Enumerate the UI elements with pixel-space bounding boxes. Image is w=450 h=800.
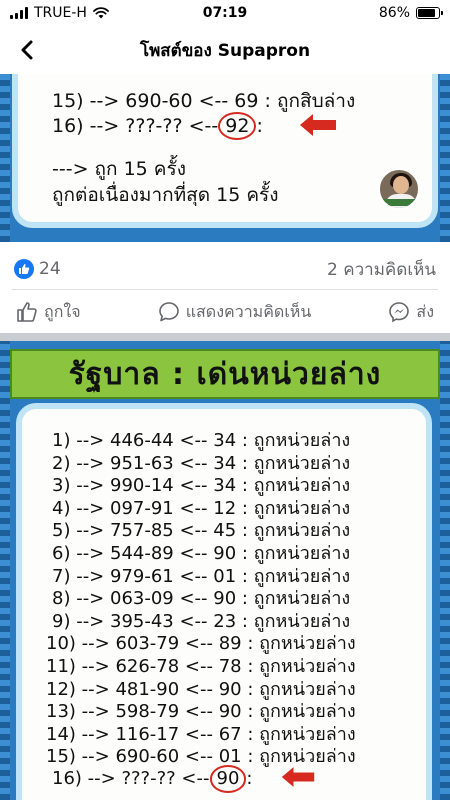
comment-count[interactable]: 2 ความคิดเห็น xyxy=(327,256,436,283)
line-suffix: : xyxy=(246,768,253,789)
chevron-left-icon[interactable] xyxy=(14,36,42,64)
image-title: รัฐบาล : เด่นหน่วยล่าง xyxy=(68,356,382,392)
carrier-name: TRUE-H xyxy=(34,5,87,21)
like-reaction-icon xyxy=(14,259,34,279)
divider xyxy=(12,289,438,290)
reaction-count: 24 xyxy=(39,259,61,279)
image-title-banner: รัฐบาล : เด่นหน่วยล่าง xyxy=(10,349,440,399)
battery-fill xyxy=(418,9,436,17)
cellular-signal-icon xyxy=(10,7,28,19)
page-title: โพสต์ของ Supapron xyxy=(139,40,311,61)
post-actions: ถูกใจ แสดงความคิดเห็น ส่ง xyxy=(0,292,450,332)
status-left: TRUE-H xyxy=(10,5,109,21)
like-button[interactable]: ถูกใจ xyxy=(16,300,81,325)
result-line-16: 16) --> ???-?? <-- 90: xyxy=(52,765,252,793)
comment-button[interactable]: แสดงความคิดเห็น xyxy=(158,300,312,325)
post-image-2[interactable]: รัฐบาล : เด่นหน่วยล่าง 1) --> 446-44 <--… xyxy=(0,341,450,800)
share-button[interactable]: ส่ง xyxy=(388,300,434,325)
thumbs-up-icon xyxy=(17,302,37,322)
avatar xyxy=(378,168,420,210)
like-label: ถูกใจ xyxy=(44,301,81,321)
red-arrow-icon xyxy=(300,114,336,136)
red-arrow-icon xyxy=(281,767,315,787)
speech-bubble-icon xyxy=(158,302,179,322)
comment-label: แสดงความคิดเห็น xyxy=(185,301,312,321)
summary-line-2: ถูกต่อเนื่องมากที่สุด 15 ครั้ง xyxy=(52,184,279,206)
frame-edge-left xyxy=(0,341,10,800)
status-bar: TRUE-H 07:19 86% xyxy=(0,0,450,26)
line-prefix: 16) --> ???-?? <-- xyxy=(52,115,219,137)
battery-percent: 86% xyxy=(378,5,410,21)
battery-icon xyxy=(416,7,443,19)
post-image-1[interactable]: 15) --> 690-60 <-- 69 : ถูกสิบล่าง 16) -… xyxy=(0,74,450,242)
line-prefix: 16) --> ???-?? <-- xyxy=(52,768,210,789)
status-right: 86% xyxy=(378,5,443,21)
circled-number: 92 xyxy=(218,112,257,140)
wifi-icon xyxy=(93,7,109,19)
nav-bar: โพสต์ของ Supapron xyxy=(0,26,450,74)
frame-edge-left xyxy=(0,74,10,242)
frame-edge-right xyxy=(440,341,450,800)
messenger-icon xyxy=(389,302,410,323)
reaction-summary[interactable]: 24 2 ความคิดเห็น xyxy=(0,252,450,286)
frame-edge-right xyxy=(440,74,450,242)
line-suffix: : xyxy=(256,115,263,137)
post-separator xyxy=(0,333,450,341)
result-line-16: 16) --> ???-?? <-- 92: xyxy=(52,112,263,140)
share-label: ส่ง xyxy=(416,301,434,321)
circled-number: 90 xyxy=(209,765,247,793)
